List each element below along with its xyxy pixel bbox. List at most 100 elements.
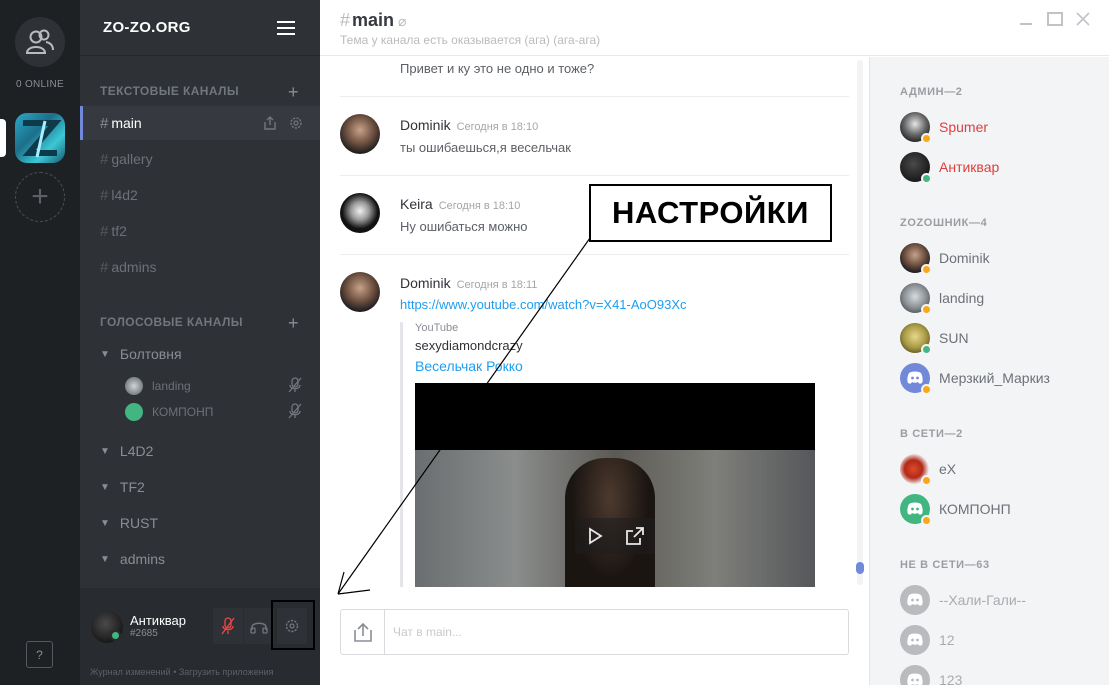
member-dominik[interactable]: Dominik <box>900 240 990 276</box>
member-landing[interactable]: landing <box>900 280 984 316</box>
channel-gallery[interactable]: # gallery <box>80 142 320 176</box>
channel-l4d2[interactable]: # l4d2 <box>80 178 320 212</box>
voice-user-kompon[interactable]: КОМПОНП <box>125 403 213 421</box>
message-timestamp: Сегодня в 18:10 <box>456 121 539 133</box>
avatar <box>900 243 932 275</box>
hash-icon: # <box>100 150 109 168</box>
voice-channel-tf2[interactable]: ▼ TF2 <box>100 479 145 495</box>
message-text: ты ошибаешься,я весельчак <box>400 140 571 155</box>
embed-title[interactable]: Весельчак Рокко <box>415 358 523 374</box>
user-name: Антиквар <box>130 613 186 628</box>
server-rail: 0 ONLINE + ? <box>0 0 80 685</box>
avatar[interactable] <box>340 272 380 312</box>
avatar[interactable] <box>340 193 380 233</box>
upload-button[interactable] <box>341 610 385 654</box>
voice-channels-category[interactable]: ГОЛОСОВЫЕ КАНАЛЫ <box>100 315 243 329</box>
channel-label: main <box>111 115 142 131</box>
close-icon[interactable] <box>1076 12 1090 26</box>
member-merzkiy-markiz[interactable]: Мерзкий_Маркиз <box>900 360 1050 396</box>
voice-channel-boltovnya[interactable]: ▼ Болтовня <box>100 346 182 362</box>
member-hali-gali[interactable]: --Хали-Гали-- <box>900 582 1026 618</box>
message-input[interactable] <box>393 622 833 642</box>
menu-icon[interactable] <box>277 21 295 35</box>
message-scrollbar[interactable] <box>856 60 864 585</box>
message-author[interactable]: Dominik Сегодня в 18:10 <box>400 117 538 133</box>
add-voice-channel-button[interactable]: + <box>288 314 299 332</box>
text-channels-category[interactable]: ТЕКСТОВЫЕ КАНАЛЫ <box>100 84 239 98</box>
scroll-thumb[interactable] <box>856 562 864 574</box>
voice-channel-l4d2[interactable]: ▼ L4D2 <box>100 443 153 459</box>
channel-title: # main ⌀ <box>340 10 406 31</box>
channel-label: tf2 <box>111 223 127 239</box>
muted-mic-icon <box>221 617 235 635</box>
message-timestamp: Сегодня в 18:10 <box>438 200 521 212</box>
voice-channel-admins[interactable]: ▼ admins <box>100 551 165 567</box>
add-text-channel-button[interactable]: + <box>288 83 299 101</box>
member-12[interactable]: 12 <box>900 622 955 658</box>
voice-user-landing[interactable]: landing <box>125 377 191 395</box>
chevron-down-icon: ▼ <box>100 553 110 565</box>
channel-main[interactable]: # main <box>80 106 320 140</box>
channel-tf2[interactable]: # tf2 <box>80 214 320 248</box>
avatar <box>900 112 932 144</box>
role-header-zozoshnik: ZOZОШНИК—4 <box>900 217 988 229</box>
chevron-down-icon: ▼ <box>100 481 110 493</box>
member-antikvar[interactable]: Антиквар <box>900 149 999 185</box>
mute-button[interactable] <box>213 608 243 644</box>
message-timestamp: Сегодня в 18:11 <box>456 279 538 291</box>
avatar <box>900 283 932 315</box>
channel-name: main <box>352 10 395 30</box>
guild-name: ZO-ZO.ORG <box>103 19 191 36</box>
minimize-icon[interactable] <box>1019 12 1033 26</box>
maximize-icon[interactable] <box>1047 12 1063 26</box>
channel-label: gallery <box>111 151 153 167</box>
member-name: КОМПОНП <box>939 501 1011 517</box>
voice-channel-rust[interactable]: ▼ RUST <box>100 515 158 531</box>
add-server-button[interactable]: + <box>15 172 65 222</box>
footer-links[interactable]: Журнал изменений • Загрузить приложения <box>90 667 274 677</box>
member-ex[interactable]: eX <box>900 451 956 487</box>
member-sun[interactable]: SUN <box>900 320 969 356</box>
divider <box>340 96 849 97</box>
voice-channel-label: L4D2 <box>119 443 154 459</box>
member-name: eX <box>939 461 957 477</box>
member-spumer[interactable]: Spumer <box>900 109 988 145</box>
external-link-icon[interactable] <box>625 526 645 546</box>
chevron-down-icon: ▼ <box>100 445 110 457</box>
discord-logo-icon <box>125 403 143 421</box>
status-badge <box>921 264 932 275</box>
settings-highlight-box <box>271 600 315 650</box>
embed-author[interactable]: sexydiamondcrazy <box>415 338 523 353</box>
message-link[interactable]: https://www.youtube.com/watch?v=X41-AoO9… <box>400 297 687 312</box>
edit-topic-icon[interactable]: ⌀ <box>398 13 406 29</box>
chevron-down-icon: ▼ <box>100 348 110 360</box>
play-icon[interactable] <box>585 526 605 546</box>
channel-admins[interactable]: # admins <box>80 250 320 284</box>
guild-header[interactable]: ZO-ZO.ORG <box>80 0 320 56</box>
avatar[interactable] <box>340 114 380 154</box>
member-name: Dominik <box>939 250 990 266</box>
member-name: Spumer <box>939 119 989 135</box>
message-author[interactable]: Keira Сегодня в 18:10 <box>400 196 520 212</box>
server-icon-zo-zo[interactable] <box>15 113 65 163</box>
status-badge <box>921 133 932 144</box>
discord-logo-icon <box>900 363 932 395</box>
channel-settings-icon[interactable] <box>288 115 304 131</box>
member-kompon[interactable]: КОМПОНП <box>900 491 1011 527</box>
voice-user-label: КОМПОНП <box>152 405 214 419</box>
status-badge <box>921 515 932 526</box>
muted-mic-icon <box>288 403 302 419</box>
channel-topic: Тема у канала есть оказывается (ага) (аг… <box>340 33 601 47</box>
video-thumbnail[interactable] <box>415 383 815 587</box>
member-name: landing <box>939 290 985 306</box>
deafen-button[interactable] <box>244 608 274 644</box>
divider <box>340 175 849 176</box>
chat-input-wrap <box>340 609 849 655</box>
voice-channel-label: Болтовня <box>119 346 182 362</box>
member-123[interactable]: 123 <box>900 662 962 685</box>
discord-logo-icon <box>900 665 930 685</box>
help-button[interactable]: ? <box>26 641 53 668</box>
invite-icon[interactable] <box>262 115 278 131</box>
message-author[interactable]: Dominik Сегодня в 18:11 <box>400 275 537 291</box>
friends-home-button[interactable] <box>15 17 65 67</box>
